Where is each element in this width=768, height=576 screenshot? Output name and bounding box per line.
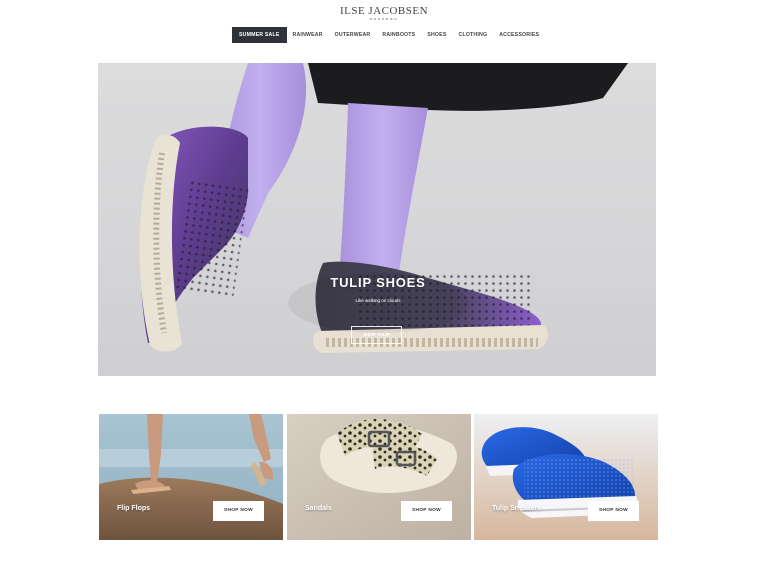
sandals-image — [287, 414, 471, 540]
nav-item-rainwear[interactable]: RAINWEAR — [287, 27, 329, 43]
shop-now-button-flip-flops[interactable]: SHOP NOW — [213, 501, 264, 521]
tile-label-sandals: Sandals — [305, 505, 332, 512]
shop-now-button-tulip-sneakers[interactable]: SHOP NOW — [588, 501, 639, 521]
tulip-sneakers-image — [474, 414, 658, 540]
nav-item-shoes[interactable]: SHOES — [421, 27, 452, 43]
logo-wordmark: ILSE JACOBSEN — [339, 5, 429, 17]
flip-flops-image — [99, 414, 283, 540]
category-tile-flip-flops[interactable]: Flip Flops SHOP NOW — [99, 414, 283, 540]
nav-item-accessories[interactable]: ACCESSORIES — [493, 27, 545, 43]
nav-item-rainboots[interactable]: RAINBOOTS — [376, 27, 421, 43]
shop-now-button-sandals[interactable]: SHOP NOW — [401, 501, 452, 521]
nav-item-clothing[interactable]: CLOTHING — [453, 27, 494, 43]
hero-subtitle: Like walking on clouds — [355, 298, 401, 303]
logo-subline: HORNBÆK — [369, 17, 399, 21]
nav-item-summer-sale[interactable]: SUMMER SALE — [232, 27, 287, 43]
tile-label-flip-flops: Flip Flops — [117, 505, 151, 512]
hero-banner[interactable]: TULIP SHOES Like walking on clouds SHOP … — [98, 63, 656, 376]
category-tile-tulip-sneakers[interactable]: Tulip Sneakers SHOP NOW — [474, 414, 658, 540]
tile-label-tulip-sneakers: Tulip Sneakers — [492, 505, 542, 512]
shop-tulip-button[interactable]: SHOP TULIP — [351, 326, 402, 344]
category-tile-sandals[interactable]: Sandals SHOP NOW — [287, 414, 471, 540]
nav-item-outerwear[interactable]: OUTERWEAR — [329, 27, 377, 43]
hero-title: TULIP SHOES — [330, 275, 426, 290]
main-nav: SUMMER SALE RAINWEAR OUTERWEAR RAINBOOTS… — [232, 27, 545, 43]
brand-logo[interactable]: ILSE JACOBSEN HORNBÆK — [0, 5, 768, 22]
